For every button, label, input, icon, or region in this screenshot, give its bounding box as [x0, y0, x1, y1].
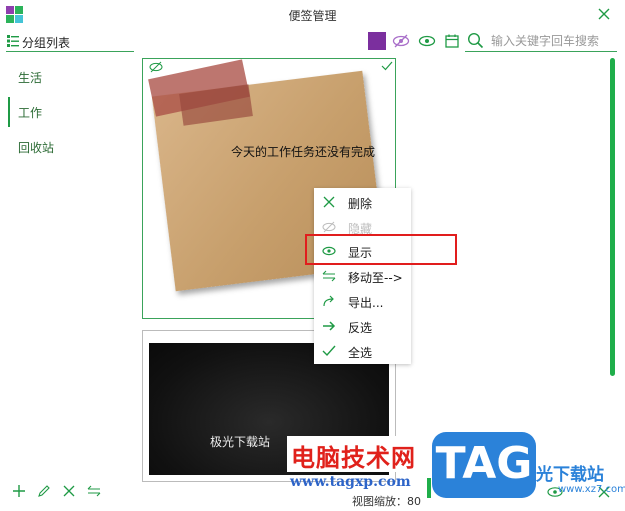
menu-item-select-all[interactable]: 全选: [314, 339, 411, 364]
hide-icon[interactable]: [392, 33, 410, 49]
scrollbar[interactable]: [610, 58, 615, 376]
sidebar-header: 分组列表: [6, 33, 134, 52]
sidebar-item-label: 回收站: [18, 141, 55, 155]
delete-icon[interactable]: [62, 484, 76, 498]
calendar-icon[interactable]: [443, 33, 461, 49]
move-icon[interactable]: [87, 484, 101, 498]
watermark-logo: TAG: [432, 432, 536, 498]
sidebar-item-recycle-bin[interactable]: 回收站: [8, 132, 128, 162]
context-menu: 删除 隐藏 显示 移动至--> 导出... 反选 全选: [314, 188, 411, 364]
sidebar-item-life[interactable]: 生活: [8, 62, 128, 92]
title-bar: 便签管理: [0, 0, 625, 30]
watermark-site-name: 光下载站: [536, 465, 604, 485]
edit-icon[interactable]: [37, 484, 51, 498]
menu-item-invert-selection[interactable]: 反选: [314, 314, 411, 339]
export-icon: [323, 295, 334, 307]
hide-icon: [149, 61, 163, 73]
move-icon: [322, 270, 336, 282]
menu-item-label: 删除: [348, 197, 373, 211]
menu-item-delete[interactable]: 删除: [314, 190, 411, 215]
search-box: [465, 31, 617, 52]
close-window-button[interactable]: [596, 6, 612, 22]
list-icon: [7, 35, 19, 47]
sidebar-item-work[interactable]: 工作: [8, 97, 130, 127]
watermark-url: www.tagxp.com: [290, 474, 411, 490]
search-icon[interactable]: [467, 32, 484, 49]
color-swatch-button[interactable]: [368, 32, 386, 50]
menu-item-label: 全选: [348, 346, 373, 360]
close-icon: [323, 196, 335, 208]
highlight-annotation-box: [305, 234, 457, 265]
sidebar-item-label: 工作: [18, 106, 43, 120]
menu-item-label: 导出...: [348, 296, 384, 310]
note-text: 今天的工作任务还没有完成: [231, 145, 376, 159]
watermark-site-url: www.xz7.com: [558, 484, 625, 495]
watermark-text: 电脑技术网: [291, 444, 416, 472]
note-text: 极光下载站: [210, 435, 271, 449]
sidebar-item-label: 生活: [18, 71, 43, 85]
zoom-slider[interactable]: [427, 478, 431, 498]
menu-item-move[interactable]: 移动至-->: [314, 264, 411, 289]
search-input[interactable]: [491, 33, 615, 49]
menu-item-label: 反选: [348, 321, 373, 335]
show-icon[interactable]: [418, 33, 436, 49]
check-icon: [381, 61, 393, 71]
arrow-right-icon: [323, 321, 336, 331]
check-icon: [322, 345, 336, 357]
watermark-banner: 电脑技术网: [287, 436, 433, 472]
menu-item-label: 移动至-->: [348, 271, 403, 285]
hide-icon: [322, 221, 336, 233]
sidebar-title: 分组列表: [22, 36, 71, 50]
add-icon[interactable]: [12, 484, 26, 498]
zoom-label: 视图缩放：80: [352, 495, 421, 508]
watermark-logo-text: TAG: [435, 438, 533, 489]
window-title: 便签管理: [288, 9, 337, 23]
menu-item-export[interactable]: 导出...: [314, 289, 411, 314]
